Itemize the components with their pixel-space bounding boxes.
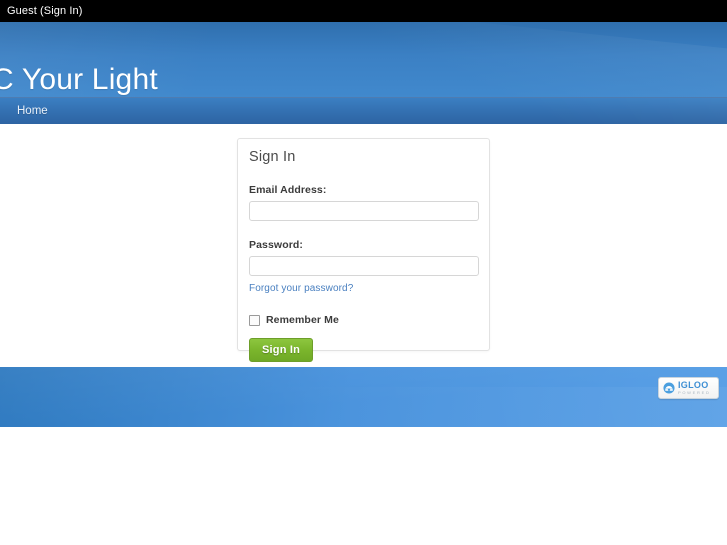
main-navigation-bar: Home [0,97,727,124]
nav-list: Home [0,98,727,124]
password-field-label: Password: [249,239,303,251]
main-content-area: Sign In Email Address: Password: Forgot … [0,124,727,367]
email-field-label: Email Address: [249,184,327,196]
site-header-banner: C Your Light [0,22,727,97]
signin-panel: Sign In Email Address: Password: Forgot … [237,138,490,362]
top-utility-bar: Guest (Sign In) [0,0,727,22]
forgot-password-link[interactable]: Forgot your password? [249,283,353,294]
signin-submit-button[interactable]: Sign In [249,338,314,362]
page-bottom-whitespace [0,427,727,545]
guest-signin-link[interactable]: Guest (Sign In) [7,0,82,22]
site-title: C Your Light [0,63,158,97]
igloo-powered-text: POWERED [678,390,711,395]
remember-me-checkbox[interactable] [249,314,260,326]
igloo-dome-icon [663,382,675,394]
site-footer: IGLOO POWERED [0,367,727,427]
signin-form: Email Address: Password: Forgot your pas… [238,184,489,362]
signin-panel-title: Sign In [249,149,296,165]
password-input[interactable] [249,256,479,276]
remember-me-row: Remember Me [249,314,478,326]
igloo-powered-badge[interactable]: IGLOO POWERED [658,377,719,399]
igloo-brand-name: IGLOO [678,380,709,390]
nav-item-home[interactable]: Home [10,98,55,124]
igloo-badge-text: IGLOO POWERED [678,381,711,395]
remember-me-label[interactable]: Remember Me [266,314,339,326]
email-input[interactable] [249,201,479,221]
